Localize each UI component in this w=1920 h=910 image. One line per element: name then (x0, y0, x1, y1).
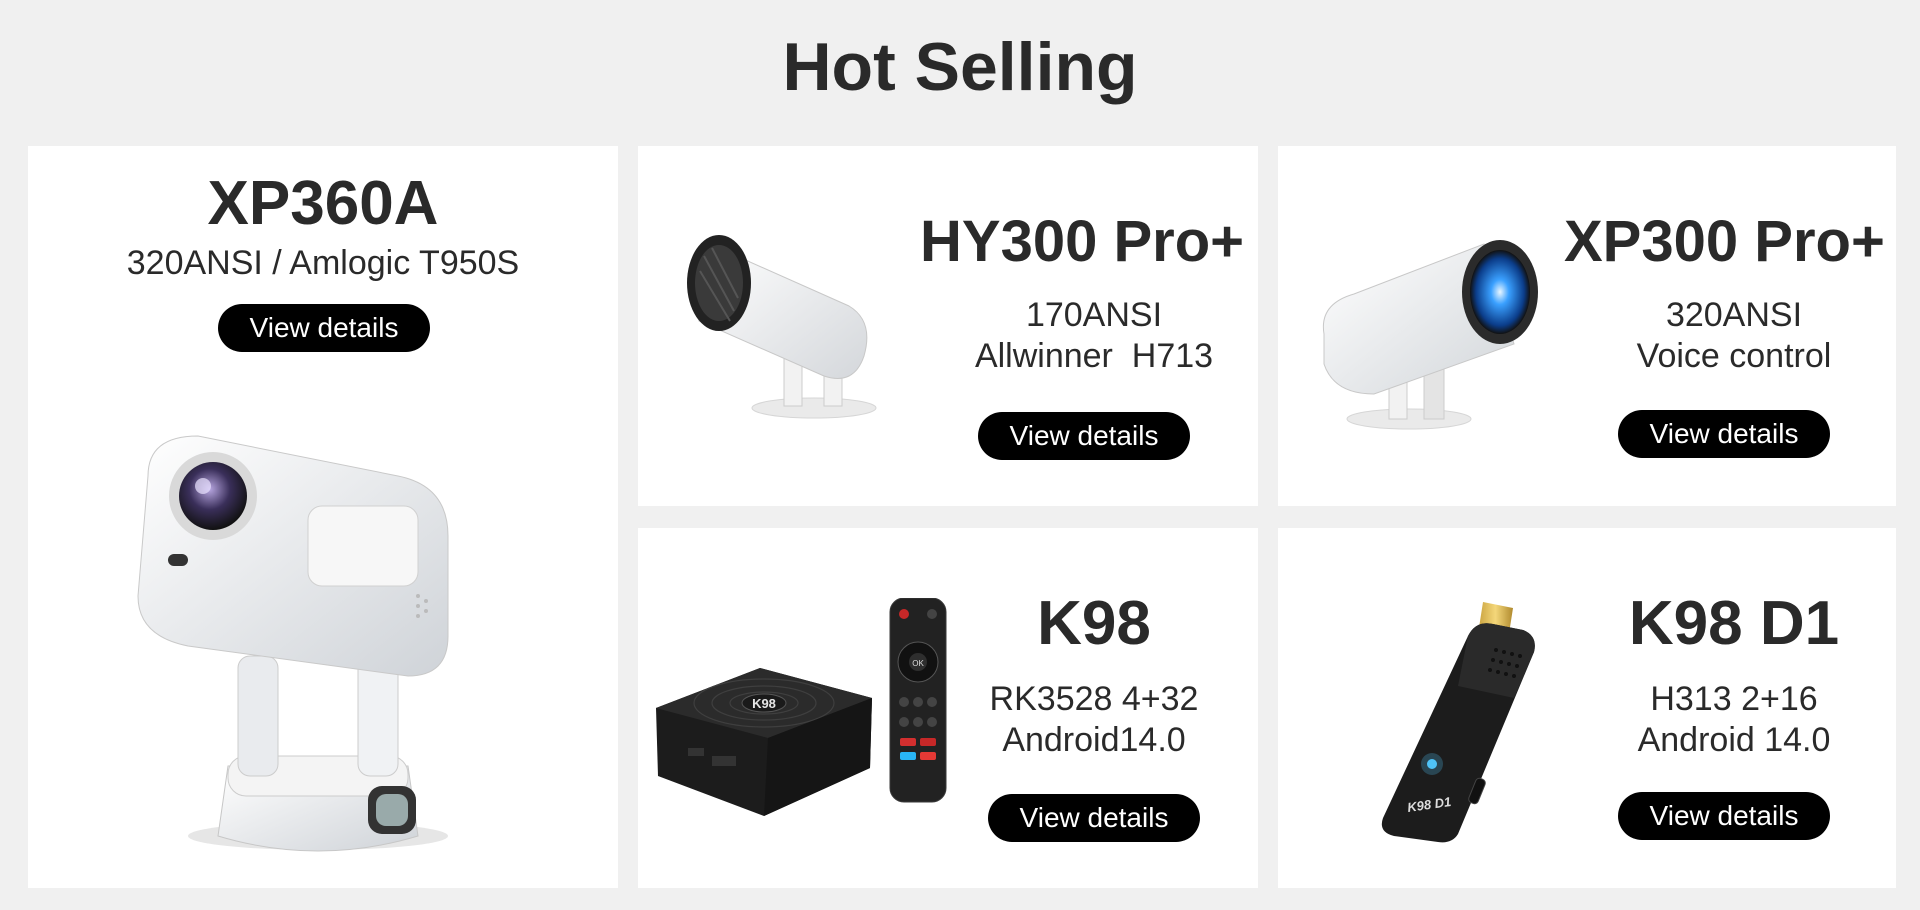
svg-text:OK: OK (912, 659, 924, 668)
product-card-k98[interactable]: K98 OK K98 RK3528 4+32 Android14.0 View … (638, 528, 1258, 888)
tv-stick-image: K98 D1 (1381, 602, 1535, 843)
projector-image (1322, 240, 1538, 430)
view-details-button[interactable]: View details (218, 304, 430, 352)
product-spec: 170ANSI (1025, 296, 1163, 334)
view-details-button[interactable]: View details (1618, 792, 1830, 840)
product-title: K98 D1 (1628, 589, 1840, 658)
product-card-xp360a[interactable]: XP360A 320ANSI / Amlogic T950S View deta… (28, 146, 618, 888)
product-card-xp300-pro-plus[interactable]: XP300 Pro+ 320ANSI Voice control View de… (1278, 146, 1896, 506)
product-title: XP300 Pro+ (1564, 209, 1885, 274)
box-logo: K98 (752, 696, 776, 711)
product-spec: Voice control (1636, 337, 1832, 375)
product-title: XP360A (207, 169, 439, 238)
tv-box-remote-image: K98 OK (656, 598, 947, 816)
product-spec: Android 14.0 (1637, 721, 1831, 759)
product-title: HY300 Pro+ (920, 209, 1245, 274)
product-spec: Allwinner H713 (974, 337, 1214, 375)
product-title: K98 (1037, 589, 1151, 658)
product-card-hy300-pro-plus[interactable]: HY300 Pro+ 170ANSI Allwinner H713 View d… (638, 146, 1258, 506)
product-spec: RK3528 4+32 (989, 680, 1199, 718)
product-card-k98-d1[interactable]: K98 D1 K98 D1 H313 2+16 Android 14.0 Vie… (1278, 528, 1896, 888)
view-details-button[interactable]: View details (1618, 410, 1830, 458)
product-spec: H313 2+16 (1650, 680, 1818, 718)
view-details-button[interactable]: View details (988, 794, 1200, 842)
projector-image (137, 435, 449, 852)
projector-image (687, 235, 877, 419)
product-spec: 320ANSI (1665, 296, 1803, 334)
page-title: Hot Selling (782, 29, 1138, 105)
view-details-button[interactable]: View details (978, 412, 1190, 460)
product-spec: Android14.0 (1002, 721, 1186, 759)
product-spec: 320ANSI / Amlogic T950S (126, 244, 520, 282)
